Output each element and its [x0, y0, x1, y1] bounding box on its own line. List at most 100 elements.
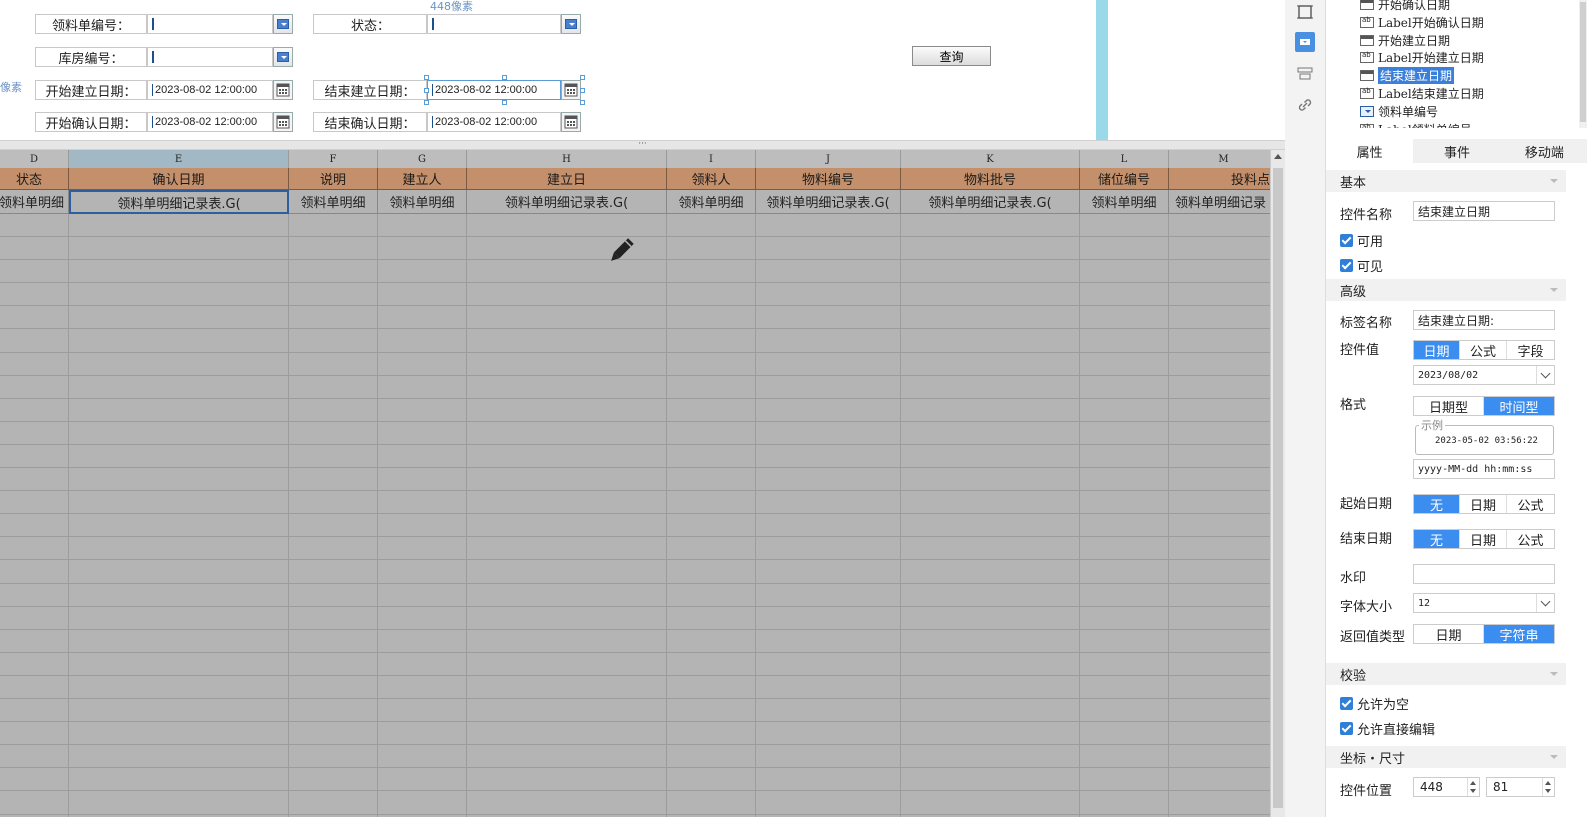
- dropdown-control-icon[interactable]: [1295, 32, 1315, 52]
- start-confirm-date-input[interactable]: 2023-08-02 12:00:00: [147, 112, 273, 132]
- data-cell[interactable]: 领料单明细: [667, 190, 756, 214]
- spinner-icon[interactable]: [1542, 778, 1554, 796]
- resize-handle[interactable]: [580, 100, 585, 105]
- control-value-date[interactable]: 日期: [1414, 341, 1460, 360]
- resize-handle[interactable]: [502, 100, 507, 105]
- column-letter-m[interactable]: M: [1169, 150, 1270, 168]
- end-date-formula[interactable]: 公式: [1507, 530, 1554, 549]
- data-cell[interactable]: 领料单明细: [378, 190, 467, 214]
- font-size-select[interactable]: 12: [1413, 593, 1555, 613]
- watermark-input[interactable]: [1413, 564, 1555, 584]
- tab-events[interactable]: 事件: [1413, 139, 1500, 163]
- tree-item[interactable]: Label领料单编号: [1360, 121, 1472, 128]
- tab-mobile[interactable]: 移动端: [1501, 139, 1587, 163]
- warehouse-no-input[interactable]: [147, 47, 273, 67]
- header-cell[interactable]: 状态: [0, 168, 69, 190]
- material-no-input[interactable]: [147, 14, 273, 34]
- calendar-icon[interactable]: [273, 80, 293, 100]
- end-date-date[interactable]: 日期: [1460, 530, 1507, 549]
- frame-icon[interactable]: [1295, 2, 1315, 22]
- header-cell[interactable]: 物料批号: [901, 168, 1080, 190]
- tree-item[interactable]: 结束建立日期: [1360, 67, 1455, 85]
- end-create-date-input[interactable]: 2023-08-02 12:00:00: [427, 80, 561, 100]
- tree-item[interactable]: Label结束建立日期: [1360, 85, 1484, 102]
- resize-handle[interactable]: [424, 100, 429, 105]
- column-letter-l[interactable]: L: [1080, 150, 1169, 168]
- sheet-vertical-scrollbar[interactable]: [1270, 150, 1285, 817]
- warehouse-no-dropdown-icon[interactable]: [273, 47, 293, 67]
- layout-icon[interactable]: [1295, 64, 1315, 84]
- data-cell[interactable]: 领料单明细记录表.G(: [467, 190, 667, 214]
- tag-name-input[interactable]: 结束建立日期:: [1413, 310, 1555, 330]
- header-cell[interactable]: 确认日期: [69, 168, 289, 190]
- column-letter-g[interactable]: G: [378, 150, 467, 168]
- data-cell[interactable]: 领料单明细记录表.G(: [756, 190, 901, 214]
- control-value-field[interactable]: 字段: [1507, 341, 1554, 360]
- start-date-formula[interactable]: 公式: [1507, 495, 1554, 514]
- tree-item[interactable]: 开始建立日期: [1360, 32, 1450, 49]
- header-cell[interactable]: 投料点: [1169, 168, 1270, 190]
- data-cell[interactable]: 领料单明细: [1080, 190, 1169, 214]
- data-cell[interactable]: 领料单明细记录: [1169, 190, 1270, 214]
- column-letter-k[interactable]: K: [901, 150, 1080, 168]
- header-cell[interactable]: 储位编号: [1080, 168, 1169, 190]
- column-letter-h[interactable]: H: [467, 150, 667, 168]
- header-cell[interactable]: 物料编号: [756, 168, 901, 190]
- header-cell[interactable]: 建立日: [467, 168, 667, 190]
- data-cell[interactable]: 领料单明细记录表.G(: [901, 190, 1080, 214]
- start-date-none[interactable]: 无: [1414, 495, 1460, 514]
- format-date-type[interactable]: 日期型: [1414, 397, 1484, 416]
- section-coords[interactable]: 坐标・尺寸: [1326, 746, 1566, 768]
- data-cell[interactable]: 领料单明细: [0, 190, 69, 214]
- control-name-input[interactable]: 结束建立日期: [1413, 201, 1555, 221]
- tab-properties[interactable]: 属性: [1326, 139, 1414, 163]
- header-cell[interactable]: 领料人: [667, 168, 756, 190]
- visible-checkbox[interactable]: 可见: [1340, 256, 1383, 275]
- return-type-date[interactable]: 日期: [1414, 625, 1484, 644]
- resize-handle[interactable]: [580, 75, 585, 80]
- resize-handle[interactable]: [580, 88, 585, 93]
- column-letter-d[interactable]: D: [0, 150, 69, 168]
- link-icon[interactable]: [1295, 95, 1315, 115]
- status-input[interactable]: [427, 14, 561, 34]
- resize-handle[interactable]: [424, 75, 429, 80]
- position-y-input[interactable]: 81: [1486, 777, 1555, 797]
- allow-empty-checkbox[interactable]: 允许为空: [1340, 694, 1409, 713]
- start-create-date-input[interactable]: 2023-08-02 12:00:00: [147, 80, 273, 100]
- position-x-input[interactable]: 448: [1413, 777, 1480, 797]
- tree-scrollbar[interactable]: [1579, 0, 1587, 128]
- tree-item[interactable]: 领料单编号: [1360, 103, 1438, 120]
- enabled-checkbox[interactable]: 可用: [1340, 231, 1383, 250]
- section-advanced[interactable]: 高级: [1326, 279, 1566, 301]
- return-type-string[interactable]: 字符串: [1484, 625, 1554, 644]
- start-date-segment[interactable]: 无 日期 公式: [1413, 494, 1555, 514]
- calendar-icon[interactable]: [561, 80, 581, 100]
- tree-item[interactable]: Label开始建立日期: [1360, 49, 1484, 66]
- format-segment[interactable]: 日期型 时间型: [1413, 396, 1555, 416]
- status-dropdown-icon[interactable]: [561, 14, 581, 34]
- splitter-handle[interactable]: ···: [0, 140, 1285, 150]
- data-cell[interactable]: 领料单明细: [289, 190, 378, 214]
- return-type-segment[interactable]: 日期 字符串: [1413, 624, 1555, 644]
- section-validation[interactable]: 校验: [1326, 663, 1566, 685]
- resize-handle[interactable]: [424, 88, 429, 93]
- resize-handle[interactable]: [502, 75, 507, 80]
- end-date-segment[interactable]: 无 日期 公式: [1413, 529, 1555, 549]
- tree-item[interactable]: Label开始确认日期: [1360, 14, 1484, 31]
- control-value-formula[interactable]: 公式: [1460, 341, 1507, 360]
- allow-edit-checkbox[interactable]: 允许直接编辑: [1340, 719, 1435, 738]
- column-letter-j[interactable]: J: [756, 150, 901, 168]
- header-cell[interactable]: 建立人: [378, 168, 467, 190]
- calendar-icon[interactable]: [273, 112, 293, 132]
- data-cell[interactable]: 领料单明细记录表.G(: [69, 190, 289, 214]
- section-basic[interactable]: 基本: [1326, 170, 1566, 192]
- spinner-icon[interactable]: [1467, 778, 1479, 796]
- control-value-date-select[interactable]: 2023/08/02: [1413, 365, 1555, 385]
- column-letter-i[interactable]: I: [667, 150, 756, 168]
- query-button[interactable]: 查询: [912, 46, 991, 66]
- format-time-type[interactable]: 时间型: [1484, 397, 1554, 416]
- end-confirm-date-input[interactable]: 2023-08-02 12:00:00: [427, 112, 561, 132]
- format-pattern-input[interactable]: yyyy-MM-dd hh:mm:ss: [1413, 459, 1555, 479]
- column-letter-f[interactable]: F: [289, 150, 378, 168]
- tree-item[interactable]: 开始确认日期: [1360, 0, 1450, 13]
